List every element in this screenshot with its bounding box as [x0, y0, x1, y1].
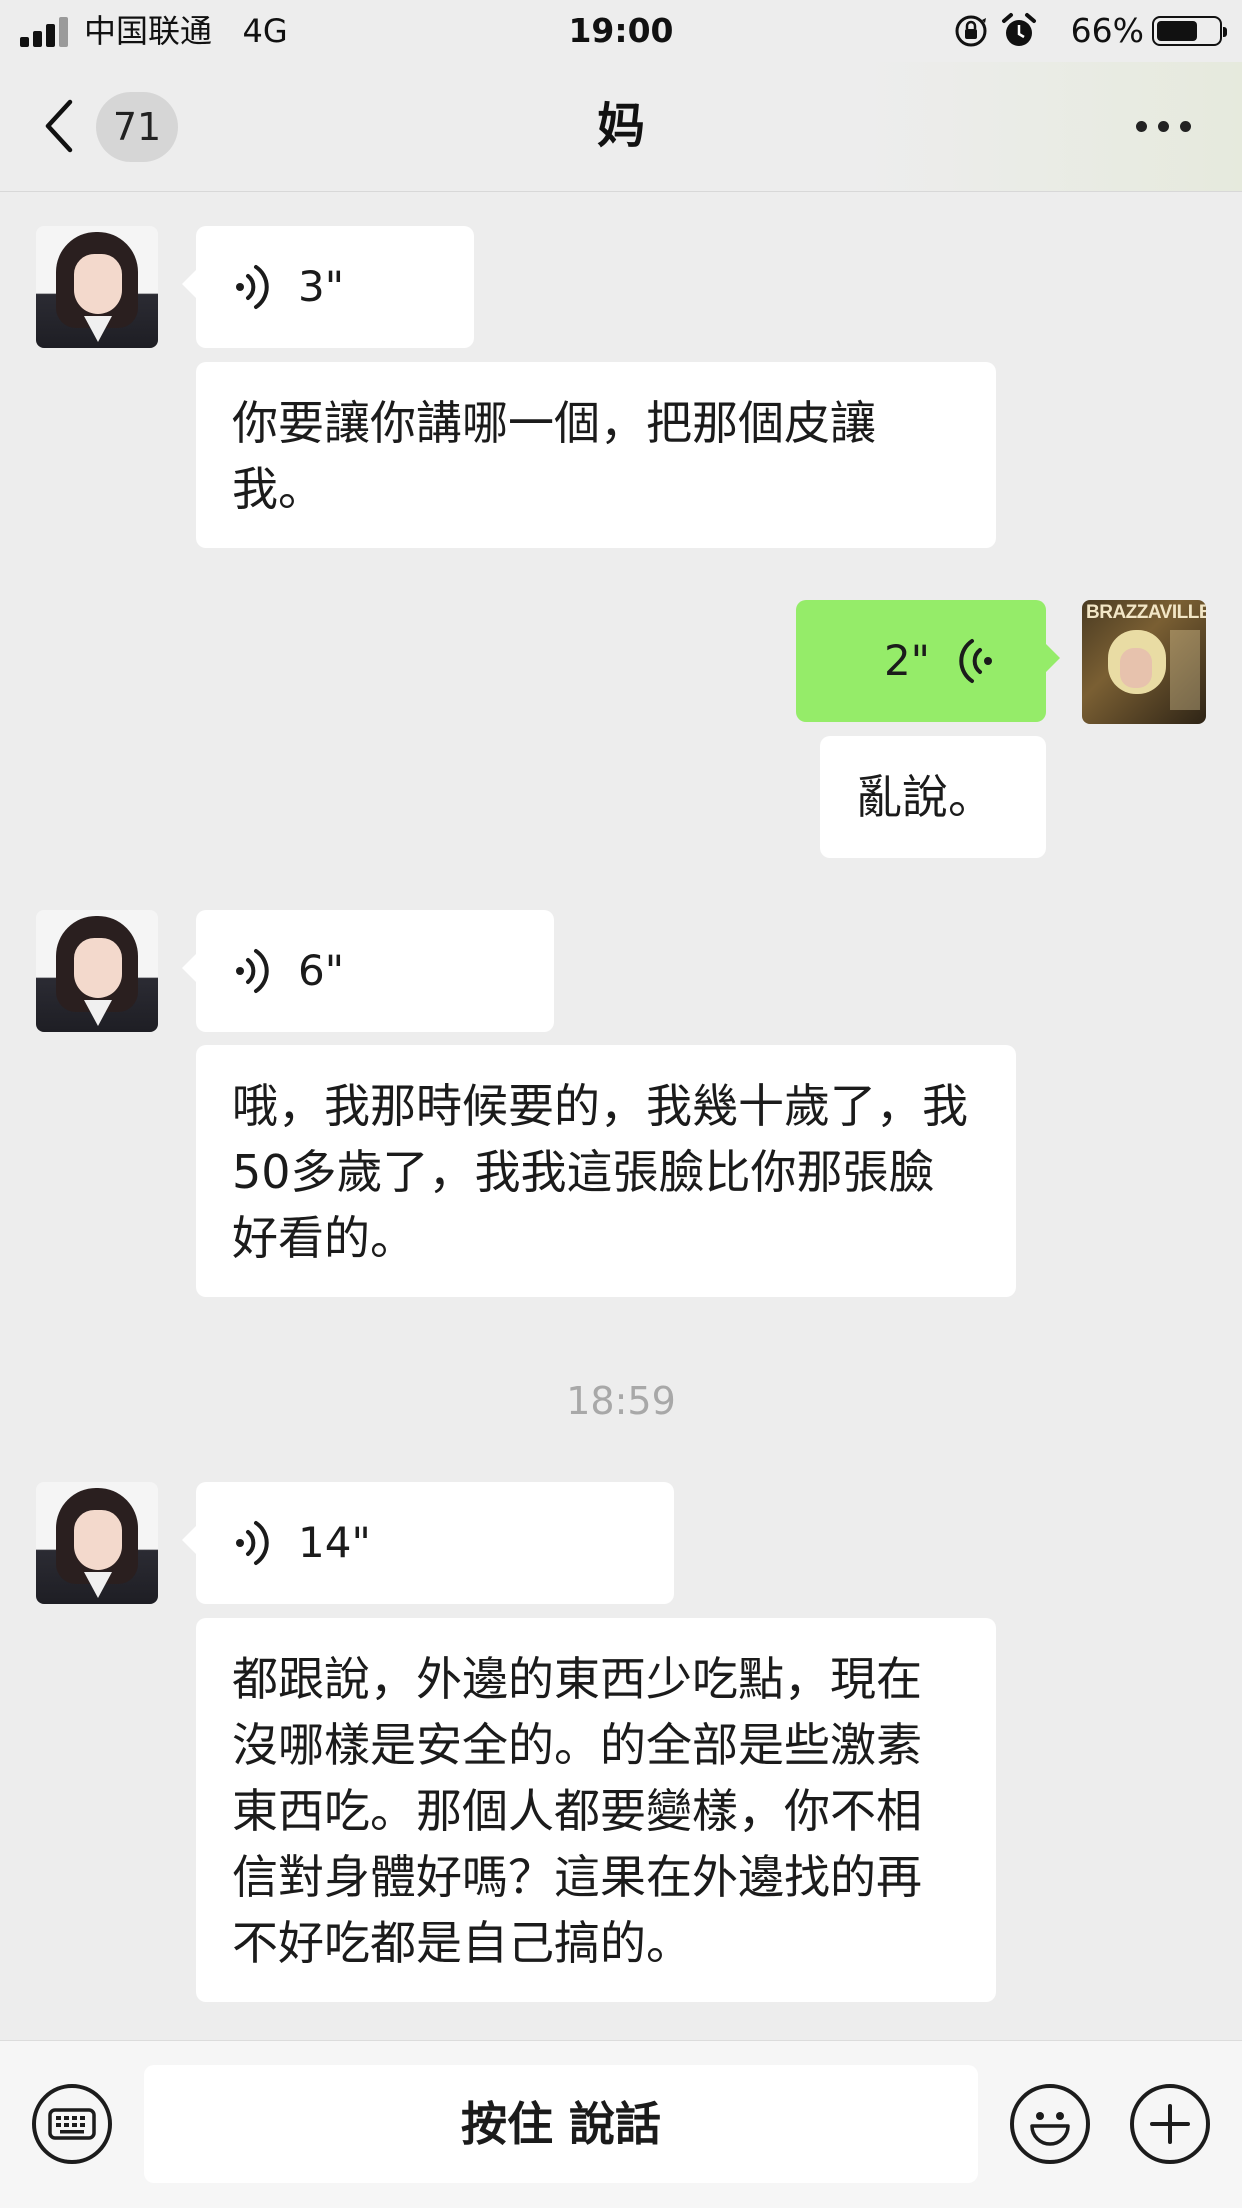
my-avatar[interactable]: BRAZZAVILLE — [1082, 600, 1206, 724]
voice-wave-icon — [236, 265, 269, 309]
voice-duration: 3" — [298, 262, 345, 311]
voice-message[interactable]: 6" — [182, 910, 554, 1032]
keyboard-icon[interactable] — [32, 2084, 112, 2164]
nav-bar: 71 妈 — [0, 62, 1242, 192]
voice-message[interactable]: 14" — [182, 1482, 674, 1604]
contact-avatar[interactable] — [36, 226, 158, 348]
contact-avatar[interactable] — [36, 910, 158, 1032]
battery-percent: 66% — [1070, 11, 1144, 50]
voice-wave-icon — [236, 949, 269, 993]
rotation-lock-icon — [955, 15, 987, 47]
chat-screen: 中国联通 4G 19:00 66% 71 妈 3" 你要讓你講哪一個，把那個皮讓… — [0, 0, 1242, 2208]
timestamp-divider: 18:59 — [566, 1379, 676, 1423]
voice-duration: 6" — [298, 946, 345, 995]
alarm-icon — [1002, 13, 1036, 46]
contact-avatar[interactable] — [36, 1482, 158, 1604]
text-message[interactable]: 都跟說，外邊的東西少吃點，現在沒哪樣是安全的。的全部是些激素東西吃。那個人都要變… — [196, 1618, 996, 2002]
chat-title: 妈 — [596, 98, 645, 154]
hold-to-talk-button[interactable]: 按住 說話 — [144, 2065, 978, 2183]
voice-wave-icon — [959, 639, 992, 683]
plus-icon[interactable] — [1130, 2084, 1210, 2164]
input-bar: 按住 說話 — [0, 2040, 1242, 2208]
emoji-icon[interactable] — [1010, 2084, 1090, 2164]
voice-duration: 2" — [883, 636, 930, 685]
status-time: 19:00 — [568, 11, 674, 50]
voice-message[interactable]: 3" — [182, 226, 474, 348]
my-voice-message[interactable]: 2" — [796, 600, 1060, 722]
more-icon[interactable] — [1136, 114, 1192, 138]
status-bar: 中国联通 4G 19:00 66% — [0, 0, 1242, 62]
text-message[interactable]: 哦，我那時候要的，我幾十歲了，我50多歲了，我我這張臉比你那張臉好看的。 — [196, 1045, 1016, 1297]
text-message[interactable]: 你要讓你講哪一個，把那個皮讓我。 — [196, 362, 996, 548]
battery-icon — [1152, 16, 1227, 46]
voice-duration: 14" — [298, 1518, 371, 1567]
avatar-logo-text: BRAZZAVILLE — [1086, 602, 1206, 623]
my-text-message[interactable]: 亂說。 — [820, 736, 1046, 858]
voice-wave-icon — [236, 1521, 269, 1565]
